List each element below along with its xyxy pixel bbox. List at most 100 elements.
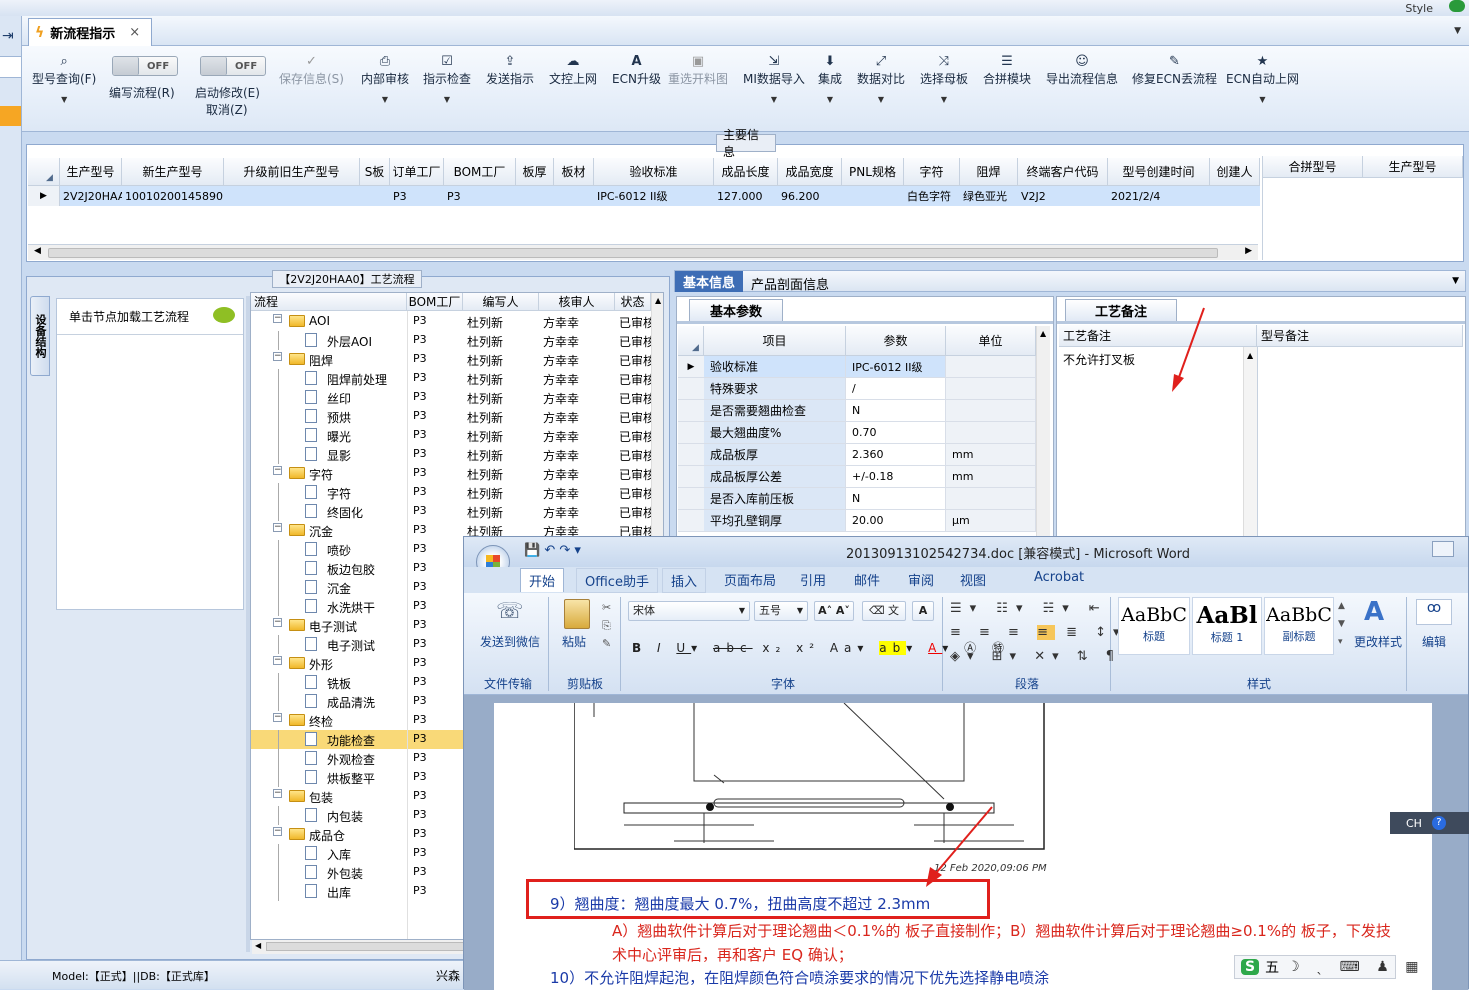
change-style-button[interactable]: 更改样式 (1354, 633, 1402, 650)
col-bom[interactable]: BOM工厂 (407, 293, 463, 311)
align-buttons[interactable]: ≡ ≡ ≡ ≡ ≣ ↕▾ (950, 625, 1127, 640)
flow-tree-row[interactable]: − 阻焊 P3 杜列新 方幸幸 已审核 (251, 350, 651, 369)
main-info-cell[interactable] (554, 186, 594, 206)
collapse-icon[interactable]: − (273, 827, 282, 836)
details-dropdown-icon[interactable]: ▼ (1452, 276, 1459, 286)
font-size-select[interactable]: 五号 ▼ (754, 601, 808, 621)
col-flow[interactable]: 流程 (251, 293, 407, 311)
clear-format-buttons[interactable]: ⌫ 文 (862, 601, 906, 621)
word-tab-insert[interactable]: 插入 (662, 568, 707, 593)
fix-ecn-button[interactable]: ✎ 修复ECN丢流程 (1132, 52, 1217, 87)
internal-review-button[interactable]: ⎙ 内部审核 ▼ (361, 52, 409, 105)
main-col-header[interactable]: 板材 (554, 158, 594, 186)
ecn-upgrade-button[interactable]: A ECN升级 (612, 52, 661, 87)
send-to-wechat-button[interactable]: 发送到微信 (480, 633, 540, 650)
main-col-header[interactable]: BOM工厂 (444, 158, 516, 186)
tab-profile-info[interactable]: 产品剖面信息 (751, 274, 829, 293)
main-col-header[interactable]: 成品长度 (714, 158, 778, 186)
style-label[interactable]: Style (1405, 2, 1433, 15)
main-info-cell[interactable] (1210, 186, 1260, 206)
tab-dropdown-icon[interactable]: ▼ (1454, 26, 1461, 36)
col-reviewer[interactable]: 核审人 (539, 293, 615, 311)
minimize-button[interactable] (1432, 541, 1454, 557)
process-remarks-text[interactable]: 不允许打叉板 (1063, 351, 1135, 368)
tab-new-flow[interactable]: ϟ 新流程指示 × (28, 18, 152, 46)
flow-tree-row[interactable]: 丝印 P3 杜列新 方幸幸 已审核 (251, 388, 651, 407)
row-indicator[interactable] (678, 488, 704, 510)
grow-shrink-font-buttons[interactable]: A˄ A˅ (814, 601, 854, 621)
main-col-header[interactable]: 验收标准 (594, 158, 714, 186)
main-info-cell[interactable]: V2J2 (1018, 186, 1108, 206)
tab-close-icon[interactable]: × (129, 25, 140, 40)
params-vertical-scrollbar[interactable]: ▲ (1036, 326, 1050, 538)
integrate-button[interactable]: ⬇ 集成 ▼ (818, 52, 842, 105)
param-value-cell[interactable]: N (846, 488, 946, 510)
scroll-left-icon[interactable]: ◀ (34, 246, 41, 256)
instruction-check-button[interactable]: ☑ 指示检查 ▼ (423, 52, 471, 105)
collapse-icon[interactable]: − (273, 466, 282, 475)
mi-import-button[interactable]: ⇲ MI数据导入 ▼ (743, 52, 805, 105)
param-value-cell[interactable]: 0.70 (846, 422, 946, 444)
word-tab-mailings[interactable]: 邮件 (846, 568, 888, 591)
main-info-cell[interactable]: IPC-6012 II级 (594, 186, 714, 206)
ecn-auto-online-button[interactable]: ★ ECN自动上网 ▼ (1226, 52, 1299, 105)
exit-icon[interactable]: ⇥ (2, 28, 14, 44)
main-info-cell[interactable]: 绿色亚光 (960, 186, 1018, 206)
main-col-header[interactable]: 订单工厂 (390, 158, 444, 186)
collapse-icon[interactable]: − (273, 713, 282, 722)
main-info-cell[interactable]: 2021/2/4 (1108, 186, 1210, 206)
collapse-icon[interactable]: − (273, 789, 282, 798)
main-info-cell[interactable] (224, 186, 360, 206)
param-value-cell[interactable]: / (846, 378, 946, 400)
doc-line-9[interactable]: 9）翘曲度：翘曲度最大 0.7%，扭曲高度不超过 2.3mm (550, 893, 930, 914)
col-param[interactable]: 参数 (846, 326, 946, 356)
horizontal-scrollbar[interactable]: ◀ ▶ (28, 244, 1258, 260)
row-indicator[interactable] (678, 444, 704, 466)
main-col-header[interactable]: 新生产型号 (122, 158, 224, 186)
flow-tree-row[interactable]: 预烘 P3 杜列新 方幸幸 已审核 (251, 407, 651, 426)
row-indicator[interactable] (678, 378, 704, 400)
row-indicator[interactable] (678, 400, 704, 422)
doc-online-button[interactable]: ☁ 文控上网 (549, 52, 597, 87)
param-value-cell[interactable]: +/-0.18 (846, 466, 946, 488)
ime-mode[interactable]: 五 (1265, 957, 1279, 977)
language-bar[interactable]: CH ? (1390, 812, 1469, 834)
word-tab-layout[interactable]: 页面布局 (716, 568, 784, 591)
row-indicator[interactable] (678, 422, 704, 444)
style-heading1[interactable]: AaBl 标题 1 (1192, 597, 1262, 655)
model-query-button[interactable]: ⌕ 型号查询(F) ▼ (32, 52, 96, 105)
font-name-select[interactable]: 宋体 ▼ (628, 601, 750, 621)
param-value-cell[interactable]: IPC-6012 II级 (846, 356, 946, 378)
char-border-button[interactable]: A (912, 601, 934, 621)
main-info-cell[interactable]: P3 (444, 186, 516, 206)
help-icon[interactable]: ? (1431, 816, 1446, 830)
main-info-cell[interactable]: 127.000 (714, 186, 778, 206)
row-indicator[interactable]: ▶ (678, 356, 704, 378)
main-col-header[interactable]: 阻焊 (960, 158, 1018, 186)
main-info-cell[interactable]: 10010200145890 (122, 186, 224, 206)
main-col-header[interactable]: 成品宽度 (778, 158, 842, 186)
main-col-header[interactable]: S板 (360, 158, 390, 186)
save-info-button[interactable]: ✓ 保存信息(S) (279, 52, 344, 87)
main-col-header[interactable]: 生产型号 (60, 158, 122, 186)
start-edit-toggle[interactable]: OFF (200, 56, 266, 76)
send-instruction-button[interactable]: ⇪ 发送指示 (486, 52, 534, 87)
word-tab-references[interactable]: 引用 (792, 568, 834, 591)
collapse-icon[interactable]: − (273, 352, 282, 361)
main-info-cell[interactable] (516, 186, 554, 206)
collapse-icon[interactable]: − (273, 656, 282, 665)
main-col-header[interactable]: 板厚 (516, 158, 554, 186)
tab-basic-params[interactable]: 基本参数 (689, 299, 783, 321)
reselect-cut-button[interactable]: ▣ 重选开料图 (668, 52, 728, 87)
rail-item[interactable] (0, 56, 21, 78)
main-info-cell[interactable] (842, 186, 904, 206)
param-value-cell[interactable]: 2.360 (846, 444, 946, 466)
main-info-cell[interactable]: P3 (390, 186, 444, 206)
col-status[interactable]: 状态 (615, 293, 651, 311)
row-indicator[interactable] (678, 466, 704, 488)
main-col-header[interactable]: 型号创建时间 (1108, 158, 1210, 186)
flow-tree-row[interactable]: − AOI P3 杜列新 方幸幸 已审核 (251, 312, 651, 331)
tab-equipment-structure[interactable]: 设备结构 (30, 296, 50, 376)
export-flow-button[interactable]: ☺ 导出流程信息 (1046, 52, 1118, 87)
clipboard-icons[interactable]: ✂ ⎘ ✎ (602, 599, 611, 653)
